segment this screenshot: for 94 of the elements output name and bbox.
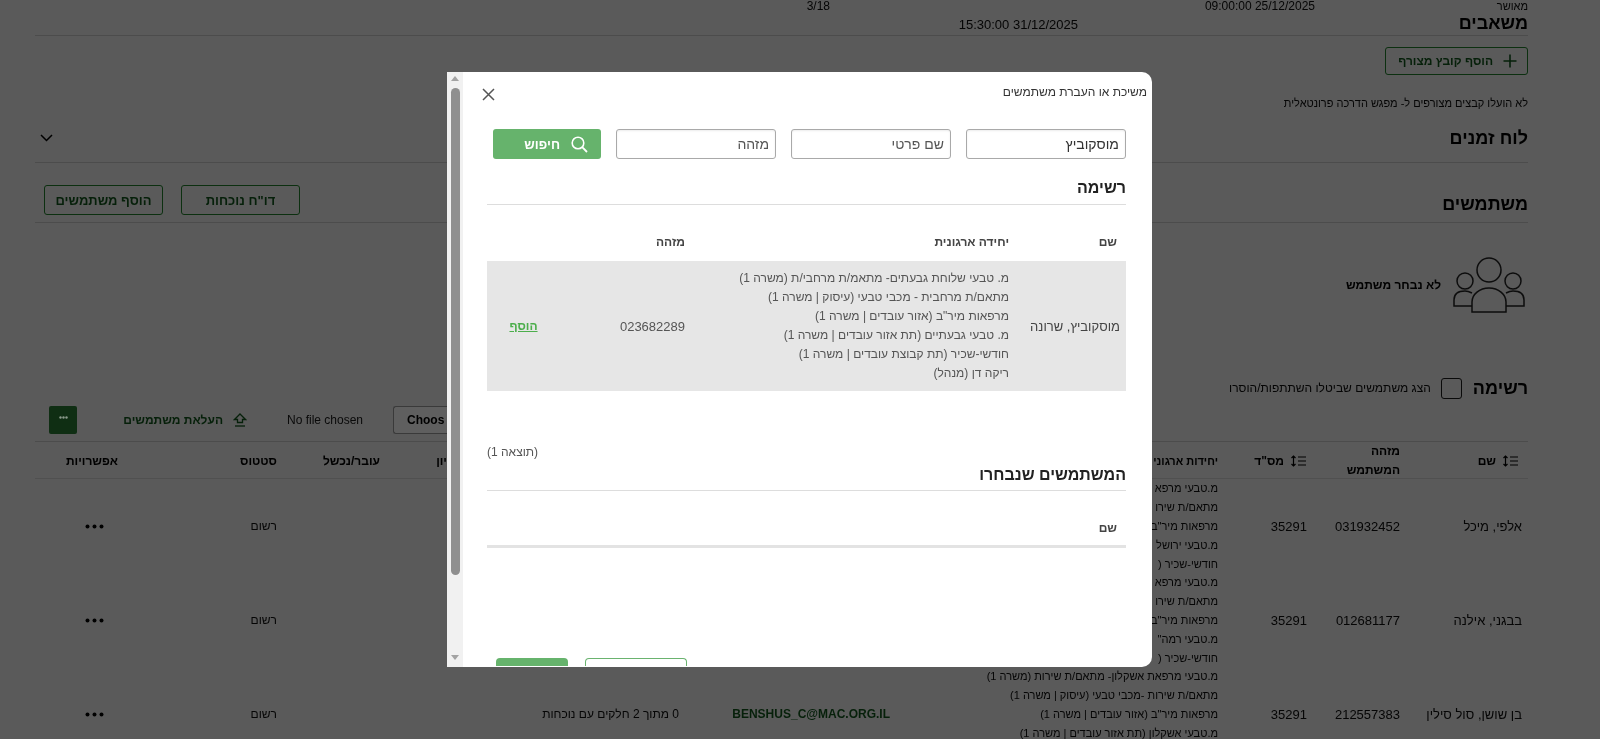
column-header: סטטוס	[240, 454, 277, 468]
table-cell: רשום	[250, 519, 277, 533]
add-link[interactable]: הוסף	[509, 319, 538, 333]
result-row[interactable]	[487, 261, 1126, 391]
org-unit-text: מרפאות מיר"ב	[1151, 613, 1218, 627]
table-cell: רשום	[250, 613, 277, 627]
section-title: משאבים	[1458, 12, 1528, 35]
section-title: המשתמשים שנבחרו	[487, 466, 1126, 491]
table-cell: בן שושן, סול סילין	[1426, 706, 1522, 722]
org-unit-text: מ.טבעי מרפא	[1153, 575, 1218, 589]
column-header: אפשרויות	[65, 454, 118, 468]
org-unit-text: מ. טבעי גבעתיים (תת אזור עובדים | משרה 1)	[782, 327, 1009, 344]
org-unit-text: חודשי-שכיר (	[1157, 557, 1218, 571]
org-unit-text: מתאם/ת שירות -מכבי טבעי (עיסוק | משרה 1)	[1009, 688, 1218, 702]
table-cell: 023682289	[619, 318, 685, 334]
chevron-icon[interactable]	[40, 134, 53, 142]
scrollbar[interactable]	[447, 72, 463, 667]
table-cell: 012681177	[1335, 612, 1400, 628]
table-cell: 35291	[1270, 518, 1307, 534]
org-unit-text: חודשי-שכיר (	[1157, 651, 1218, 665]
column-header: מס"ד	[1254, 454, 1284, 468]
checkbox-label: הצג משתמשים שביטלו השתתפות/הוסרו	[1229, 381, 1431, 395]
table-cell: 35291	[1270, 706, 1307, 722]
section-title: רשימה	[1472, 376, 1528, 400]
arrow-down-icon[interactable]	[451, 655, 459, 660]
org-unit-text: מרפאות מיר"ב (אזור עובדים | משרה 1)	[814, 308, 1009, 325]
people-icon	[1453, 257, 1525, 313]
org-unit-text: מ.טבעי מרפאת אשקלון- מתאם/ת שירות (משרה 1)	[986, 669, 1218, 683]
plus-icon	[1503, 54, 1517, 68]
upload-users-link[interactable]: העלאת משתמשים	[115, 413, 247, 427]
org-unit-text: מ.טבעי רמה"	[1156, 632, 1218, 646]
org-unit-text: ריקה דן (מנהל)	[932, 365, 1009, 382]
email-link[interactable]: BENSHUS_C@MAC.ORG.IL	[732, 707, 890, 721]
more-icon[interactable]	[85, 711, 104, 717]
section-title: משתמשים	[1442, 194, 1528, 214]
sort-icon[interactable]	[1502, 455, 1519, 467]
column-header: שם	[1477, 454, 1496, 468]
table-cell: רשום	[250, 707, 277, 721]
close-icon[interactable]	[482, 87, 495, 101]
more-icon[interactable]	[85, 617, 104, 623]
org-unit-text: מרפאות מיר"ב	[1151, 519, 1218, 533]
column-header: מזהה המשתמש	[1346, 443, 1400, 479]
table-cell: 0 מתוך 2 חלקים עם נוכחות	[542, 707, 679, 721]
more-button[interactable]	[49, 406, 77, 434]
org-unit-text: מתאם/ת מרחבית - מכבי טבעי (עיסוק | משרה 1)	[766, 289, 1009, 306]
arrow-up-icon[interactable]	[451, 76, 459, 81]
table-cell: מוסקוביץ, שרונה	[1030, 318, 1120, 334]
sort-icon[interactable]	[1290, 455, 1307, 467]
search-field[interactable]: שם פרטי	[791, 129, 951, 159]
org-unit-text: מרפאות מיר"ב (אזור עובדים | משרה 1)	[1039, 707, 1218, 721]
column-header: יון	[436, 454, 447, 468]
status-text: מאושר	[1496, 0, 1528, 12]
org-unit-text: חודשי-שכיר (תת קבוצת עובדים | משרה 1)	[797, 346, 1009, 363]
org-unit-text: מתאם/ת שירו	[1154, 594, 1218, 608]
empty-message: לא הועלו קבצים מצורפים ל- מפגש הדרכה פרונטאלית	[1283, 96, 1528, 110]
empty-state-text: לא נבחר משתמש	[1346, 278, 1441, 292]
column-header: יחידה ארגונית	[934, 235, 1009, 249]
dialog-title: משיכת או העברת משתמשים	[1002, 85, 1147, 99]
table-cell: 212557383	[1334, 706, 1400, 722]
date-text: 15:30:00 31/12/2025	[958, 16, 1078, 34]
add-attachment-button[interactable]: הוסף קובץ מצורף	[1385, 47, 1528, 75]
column-header: שם	[1098, 235, 1117, 249]
result-count: (1 תוצאה)	[487, 446, 539, 458]
org-unit-text: מ.טבעי אשקלון (תת אזור עובדים | משרה 1)	[1018, 726, 1218, 739]
checkbox[interactable]	[1440, 377, 1462, 399]
search-field[interactable]: מוסקוביץ	[966, 129, 1126, 159]
more-icon[interactable]	[85, 523, 104, 529]
section-title: רשימה	[487, 179, 1126, 205]
count-text: 3/18	[806, 0, 830, 12]
org-unit-text: מ. טבעי שלוחת גבעתים- מתאמ/ת מרחבי/ת (משרה 1)	[739, 270, 1009, 287]
scrollbar-thumb[interactable]	[450, 88, 460, 575]
section-title: לוח זמנים	[1449, 126, 1528, 150]
search-icon	[571, 135, 588, 153]
column-header: מזהה	[655, 235, 685, 249]
file-status-text: No file chosen	[287, 413, 364, 427]
more-icon	[58, 416, 68, 419]
table-cell: בבגני, אילנה	[1453, 612, 1522, 628]
choose-file-button[interactable]: Choos	[393, 406, 447, 434]
search-button[interactable]: חיפוש	[493, 129, 601, 159]
column-header: יחידות ארגוני	[1153, 455, 1218, 467]
org-unit-text: מתאם/ת שירו	[1154, 500, 1218, 514]
column-header: שם	[1098, 521, 1117, 535]
upload-icon	[233, 413, 247, 427]
table-cell: 031932452	[1334, 518, 1400, 534]
secondary-button[interactable]	[585, 658, 687, 666]
org-unit-text: מ.טבעי מרפא	[1153, 481, 1218, 495]
org-unit-text: מ.טבעי ירושל	[1155, 538, 1218, 552]
table-cell: אלפי, מיכל	[1463, 518, 1522, 534]
search-field[interactable]: מזהה	[616, 129, 776, 159]
action-button[interactable]: דו"ח נוכחות	[181, 185, 300, 215]
column-header: עובר/נכשל	[322, 454, 380, 468]
action-button[interactable]: הוסף משתמשים	[44, 185, 163, 215]
date-text: 09:00:00 25/12/2025	[1204, 0, 1315, 12]
table-cell: 35291	[1270, 612, 1307, 628]
